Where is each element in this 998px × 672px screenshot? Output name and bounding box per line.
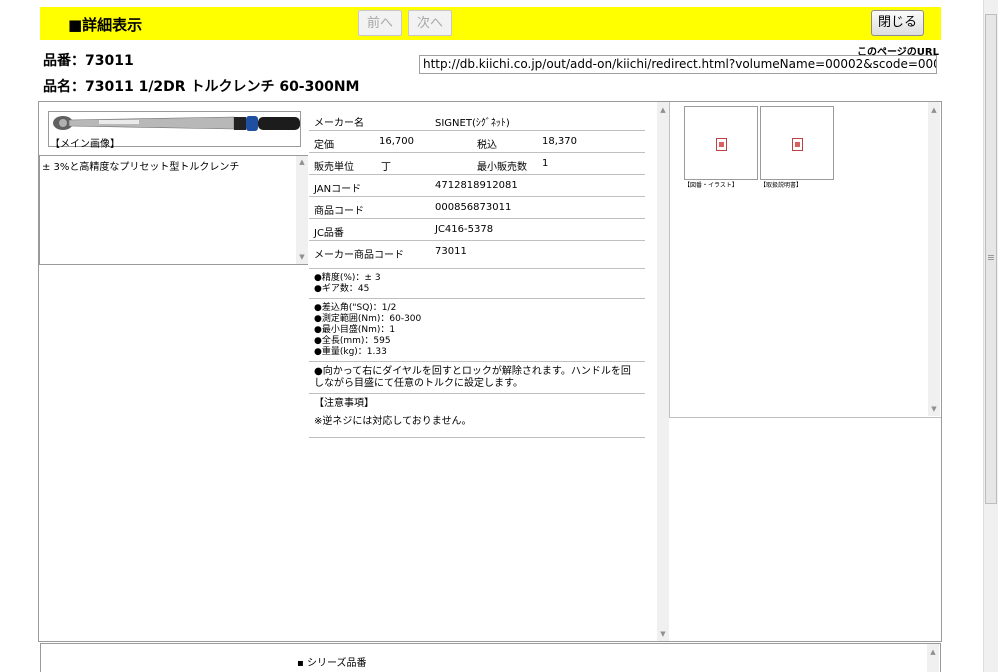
spec-block-a: ●精度(%)：± 3 ●ギア数：45 [309, 269, 645, 299]
thumbnail-caption: 【図番・イラスト】 [684, 182, 738, 189]
scroll-up-icon[interactable]: ▲ [927, 647, 939, 657]
scroll-up-icon[interactable]: ▲ [657, 105, 669, 115]
spec-line: ●重量(kg)：1.33 [314, 347, 387, 357]
spec-line: ●全長(mm)：595 [314, 336, 391, 346]
info-row-maker: メーカー名 SIGNET(ｼｸﾞﾈｯﾄ) [309, 109, 645, 131]
scroll-up-icon[interactable]: ▲ [928, 105, 940, 115]
info-row-jc: JC品番 JC416-5378 [309, 219, 645, 241]
related-images-panel: 【図番・イラスト】 【取扱説明書】 ▲ ▼ [669, 102, 941, 418]
images-scrollbar[interactable]: ▲ ▼ [928, 102, 940, 416]
info-row-unit: 販売単位 丁 最小販売数 1 [309, 153, 645, 175]
scroll-down-icon[interactable]: ▼ [296, 252, 308, 262]
description-text: ± 3%と高精度なプリセット型トルクレンチ [42, 162, 240, 173]
tax-label: 税込 [477, 140, 497, 151]
info-row-maker-code: メーカー商品コード 73011 [309, 241, 645, 269]
header-bar: ■詳細表示 前へ 次へ 閉じる [40, 7, 941, 40]
product-number: 品番：73011 [43, 53, 134, 69]
spec-line: ●ギア数：45 [314, 284, 370, 294]
description-scrollbar[interactable]: ▲ ▼ [296, 156, 308, 264]
product-name: 品名：73011 1/2DR トルクレンチ 60-300NM [43, 79, 360, 95]
page-url-field[interactable]: http://db.kiichi.co.jp/out/add-on/kiichi… [419, 55, 937, 74]
jan-value: 4712818912081 [435, 180, 518, 191]
spec-line: ●精度(%)：± 3 [314, 273, 381, 283]
scroll-down-icon[interactable]: ▼ [657, 629, 669, 639]
broken-image-icon [792, 138, 803, 151]
info-row-jan: JANコード 4712818912081 [309, 175, 645, 197]
main-image-caption: 【メイン画像】 [50, 139, 120, 150]
info-row-price: 定価 16,700 税込 18,370 [309, 131, 645, 153]
close-button[interactable]: 閉じる [871, 10, 924, 36]
jan-label: JANコード [314, 184, 362, 195]
thumbnail-manual[interactable] [760, 106, 834, 180]
tax-value: 18,370 [542, 136, 577, 147]
spec-line: ●最小目盛(Nm)：1 [314, 325, 396, 335]
detail-frame: 【メイン画像】 ± 3%と高精度なプリセット型トルクレンチ ▲ ▼ メーカー名 … [38, 101, 942, 642]
spec-line: ●差込角("SQ)：1/2 [314, 303, 397, 313]
unit-value: 丁 [381, 162, 391, 173]
caution-text: ※逆ネジには対応しておりません。 [314, 416, 472, 427]
maker-code-value: 73011 [435, 246, 467, 257]
caution-title: 【注意事項】 [314, 398, 374, 409]
list-price-value: 16,700 [379, 136, 414, 147]
main-image-box[interactable]: 【メイン画像】 [48, 111, 301, 150]
broken-image-icon [716, 138, 727, 151]
spec-block-b: ●差込角("SQ)：1/2 ●測定範囲(Nm)：60-300 ●最小目盛(Nm)… [309, 299, 645, 362]
page-scrollbar-thumb[interactable] [985, 14, 997, 504]
description-box: ± 3%と高精度なプリセット型トルクレンチ ▲ ▼ [39, 155, 308, 265]
usage-text: ●向かって右にダイヤルを回すとロックが解除されます。ハンドルを回しながら目盛にて… [314, 366, 631, 389]
scroll-down-icon[interactable]: ▼ [928, 404, 940, 414]
maker-label: メーカー名 [314, 118, 364, 129]
torque-wrench-image [53, 116, 300, 131]
min-qty-value: 1 [542, 158, 549, 169]
thumbnail-caption: 【取扱説明書】 [760, 182, 803, 189]
min-qty-label: 最小販売数 [477, 162, 527, 173]
jc-value: JC416-5378 [435, 224, 494, 235]
thumbnail-illustration[interactable] [684, 106, 758, 180]
info-scrollbar[interactable]: ▲ ▼ [657, 102, 669, 641]
prev-button[interactable]: 前へ [358, 10, 402, 36]
usage-block: ●向かって右にダイヤルを回すとロックが解除されます。ハンドルを回しながら目盛にて… [309, 362, 645, 394]
series-scrollbar[interactable]: ▲ [927, 644, 939, 672]
page-scrollbar[interactable] [983, 0, 998, 672]
product-info-table: メーカー名 SIGNET(ｼｸﾞﾈｯﾄ) 定価 16,700 税込 18,370… [309, 109, 645, 438]
maker-value: SIGNET(ｼｸﾞﾈｯﾄ) [435, 118, 510, 129]
list-price-label: 定価 [314, 140, 334, 151]
code-label: 商品コード [314, 206, 364, 217]
scroll-up-icon[interactable]: ▲ [296, 157, 308, 167]
info-row-code: 商品コード 000856873011 [309, 197, 645, 219]
code-value: 000856873011 [435, 202, 512, 213]
series-section: ▪ シリーズ品番 ▲ [40, 643, 941, 672]
spec-line: ●測定範囲(Nm)：60-300 [314, 314, 422, 324]
jc-label: JC品番 [314, 228, 344, 239]
series-label: ▪ シリーズ品番 [297, 658, 367, 669]
caution-block: 【注意事項】 ※逆ネジには対応しておりません。 [309, 394, 645, 438]
page-title: ■詳細表示 [68, 16, 143, 34]
maker-code-label: メーカー商品コード [314, 250, 404, 261]
next-button[interactable]: 次へ [408, 10, 452, 36]
unit-label: 販売単位 [314, 162, 354, 173]
